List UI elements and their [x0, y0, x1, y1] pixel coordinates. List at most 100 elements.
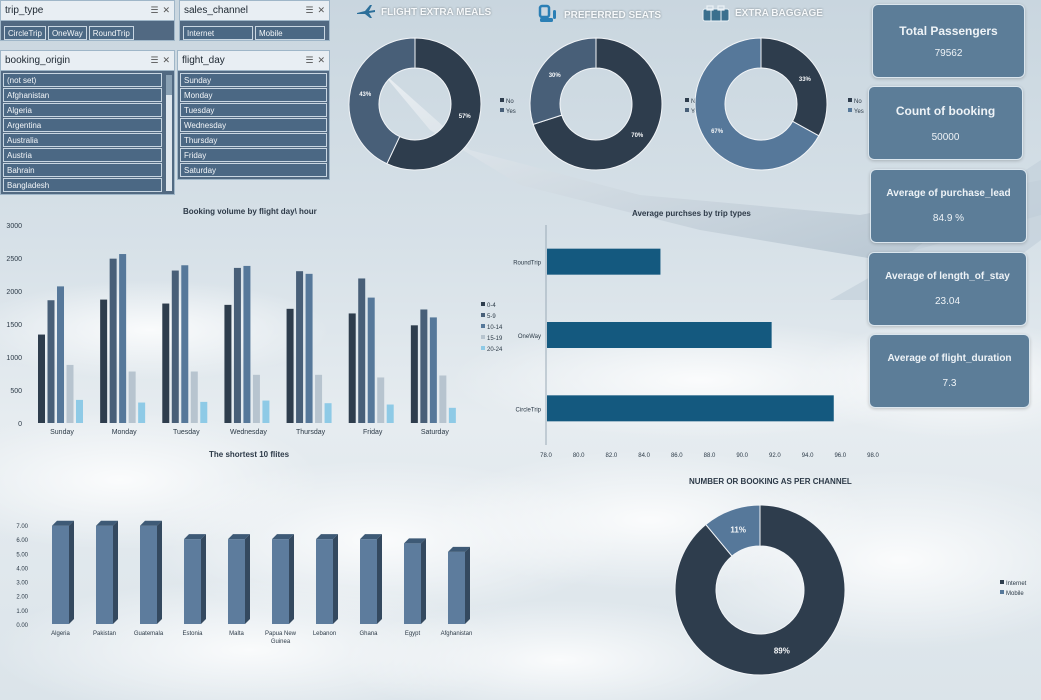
column-bar — [429, 317, 437, 423]
slicer-item[interactable]: Thursday — [180, 133, 327, 147]
slicer-item[interactable]: CircleTrip — [4, 26, 46, 40]
plane-meal-icon — [357, 5, 375, 18]
kpi-count-booking: Count of booking 50000 — [868, 86, 1023, 160]
kpi-value: 84.9 % — [932, 213, 965, 224]
column-bar — [348, 313, 356, 423]
baggage-header-label: EXTRA BAGGAGE — [735, 7, 823, 19]
column-bar — [367, 297, 375, 423]
slicer-item[interactable]: (not set) — [3, 73, 162, 87]
column-bar — [66, 364, 74, 423]
slicer-item[interactable]: Wednesday — [180, 118, 327, 132]
scrollbar-thumb[interactable] — [166, 75, 172, 95]
column-bar — [52, 525, 69, 624]
column-bar-side — [69, 520, 74, 624]
column-bar — [190, 371, 198, 423]
kpi-title: Average of length_of_stay — [885, 271, 1010, 282]
slicer-item[interactable]: Saturday — [180, 163, 327, 177]
seat-icon — [538, 4, 556, 22]
slicer-item[interactable]: Internet — [183, 26, 253, 40]
slicer-items: CircleTrip OneWay RoundTrip — [1, 21, 174, 43]
multi-select-icon[interactable]: ☰ — [150, 5, 158, 16]
slicer-item[interactable]: Tuesday — [180, 103, 327, 117]
slicer-item[interactable]: Bangladesh — [3, 178, 162, 192]
legend-swatch — [848, 108, 852, 112]
column-bar-side — [465, 546, 470, 624]
column-bar — [360, 539, 377, 624]
x-tick-label: Afghanistan — [441, 631, 473, 637]
x-tick-label: Tuesday — [173, 429, 200, 436]
legend-label: Yes — [854, 109, 864, 115]
flight-day-hour-chart: 0 500 1000 1500 2000 2500 3000 Sunday Monday Tues… — [6, 223, 503, 436]
slicer-item[interactable]: OneWay — [47, 26, 87, 40]
slicer-item[interactable]: Argentina — [3, 118, 162, 132]
column-bar — [286, 308, 294, 423]
slicer-item[interactable]: Monday — [180, 88, 327, 102]
legend-label: 5-9 — [487, 314, 496, 320]
column-bar — [404, 543, 421, 624]
slicer-item[interactable]: Austria — [3, 148, 162, 162]
clear-filter-icon[interactable]: ✕ — [162, 55, 170, 66]
column-bar-side — [157, 520, 162, 624]
column-bar — [296, 271, 304, 423]
slicer-title: flight_day — [182, 55, 225, 66]
legend-swatch — [848, 98, 852, 102]
slicer-items: Sunday Monday Tuesday Wednesday Thursday Frid… — [178, 71, 329, 180]
kpi-title: Average of flight_duration — [887, 353, 1012, 364]
x-tick-label: Guatemala — [134, 631, 164, 637]
column-bar — [47, 300, 55, 423]
seats-header-label: PREFERRED SEATS — [564, 9, 662, 21]
legend-swatch — [500, 108, 504, 112]
column-bar — [252, 374, 260, 423]
clear-filter-icon[interactable]: ✕ — [162, 5, 170, 16]
clear-filter-icon[interactable]: ✕ — [317, 55, 325, 66]
legend-label: 20-24 — [487, 347, 503, 353]
slicer-items: (not set) Afghanistan Algeria Argentina Aust… — [1, 71, 174, 195]
column-bar — [171, 270, 179, 423]
x-tick-label: 82.0 — [606, 453, 618, 459]
donut-slice — [760, 37, 828, 137]
kpi-value: 50000 — [931, 131, 960, 143]
column-bar — [119, 254, 127, 423]
slicer-item[interactable]: Bahrain — [3, 163, 162, 177]
multi-select-icon[interactable]: ☰ — [305, 55, 313, 66]
column-bar — [109, 258, 117, 423]
column-bar — [224, 304, 232, 423]
horizontal-bar — [547, 395, 834, 422]
donut-value-label: 11% — [730, 525, 746, 534]
legend-swatch — [481, 313, 485, 317]
slicer-header: flight_day ☰ ✕ — [178, 51, 329, 71]
x-tick-label: 88.0 — [704, 453, 716, 459]
x-tick-label: Egypt — [405, 631, 421, 637]
y-tick-label: CircleTrip — [516, 407, 542, 413]
x-tick-label: 92.0 — [769, 453, 781, 459]
column-bar-side — [333, 534, 338, 624]
x-tick-label: Friday — [363, 429, 383, 436]
x-tick-label: Lebanon — [313, 631, 336, 637]
slicer-item[interactable]: Mobile — [255, 26, 325, 40]
clear-filter-icon[interactable]: ✕ — [317, 5, 325, 16]
slicer-item[interactable]: Sunday — [180, 73, 327, 87]
y-tick-label: 1.00 — [16, 609, 28, 615]
kpi-title: Average of purchase_lead — [886, 188, 1011, 199]
column-bar-side — [377, 534, 382, 624]
slicer-item[interactable]: Australia — [3, 133, 162, 147]
column-bar — [243, 265, 251, 423]
column-bar — [272, 539, 289, 624]
legend-swatch — [1000, 590, 1004, 594]
donut-value-label: 67% — [711, 129, 724, 135]
x-tick-label: Algeria — [51, 631, 70, 637]
meals-header: FLIGHT EXTRA MEALS — [356, 4, 491, 20]
legend-label: Mobile — [1006, 591, 1024, 597]
slicer-scrollbar[interactable] — [166, 75, 172, 191]
channel-donut-chart: 89% 11% Internet Mobile — [674, 504, 1027, 676]
slicer-item[interactable]: RoundTrip — [88, 26, 134, 40]
slicer-item[interactable]: Algeria — [3, 103, 162, 117]
slicer-item[interactable]: Friday — [180, 148, 327, 162]
multi-select-icon[interactable]: ☰ — [305, 5, 313, 16]
column-bar — [38, 334, 45, 423]
multi-select-icon[interactable]: ☰ — [150, 55, 158, 66]
horizontal-bar — [547, 322, 772, 348]
kpi-value: 7.3 — [942, 378, 957, 389]
slicer-item[interactable]: Afghanistan — [3, 88, 162, 102]
legend-label: No — [854, 99, 862, 105]
